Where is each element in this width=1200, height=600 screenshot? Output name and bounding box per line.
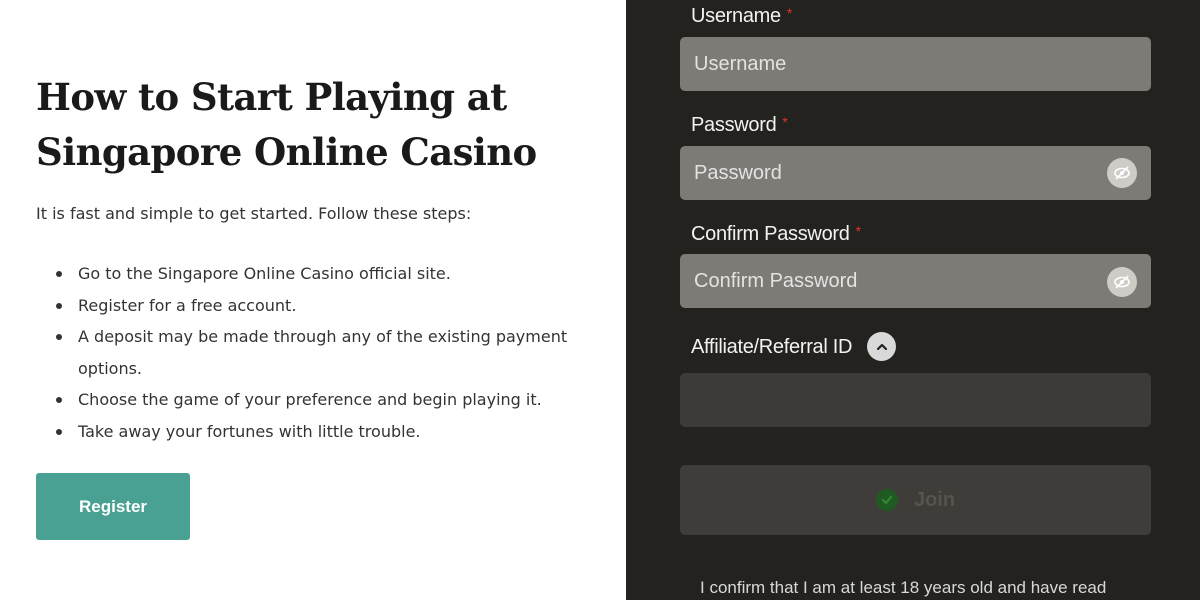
password-input[interactable] [680,146,1151,200]
page-title-line-2: Singapore Online Casino [36,130,537,174]
confirm-password-label-text: Confirm Password [691,223,850,245]
required-mark: * [855,223,861,239]
affiliate-input[interactable] [680,373,1151,427]
steps-list: Go to the Singapore Online Casino offici… [36,258,596,447]
join-label: Join [913,488,956,511]
username-label: Username * [691,5,792,28]
chevron-up-icon[interactable] [867,332,896,361]
username-input[interactable] [680,37,1151,91]
check-circle-icon [875,489,898,511]
article-section: How to Start Playing at Singapore Online… [0,0,626,600]
password-label-text: Password [691,114,777,136]
required-mark: * [782,114,788,130]
registration-form: Username * Password * Confirm Password * Af… [626,0,1200,600]
eye-slash-icon[interactable] [1107,158,1137,188]
age-confirmation-text: I confirm that I am at least 18 years ol… [700,578,1107,597]
list-item: Register for a free account. [36,290,596,322]
username-label-text: Username [691,5,781,27]
join-button[interactable]: Join [680,465,1151,535]
required-mark: * [786,5,793,21]
eye-slash-icon[interactable] [1107,267,1137,297]
page-title-line-1: How to Start Playing at [36,75,507,119]
list-item: Choose the game of your preference and b… [36,384,596,416]
confirm-password-input[interactable] [680,254,1151,308]
list-item: Take away your fortunes with little trou… [36,416,596,448]
page-title: How to Start Playing at Singapore Online… [36,70,616,180]
register-button[interactable]: Register [36,473,190,540]
list-item: Go to the Singapore Online Casino offici… [36,258,596,290]
list-item: A deposit may be made through any of the… [36,321,596,384]
intro-text: It is fast and simple to get started. Fo… [36,204,472,223]
affiliate-label: Affiliate/Referral ID [691,336,853,358]
confirm-password-label: Confirm Password * [691,223,861,246]
password-label: Password * [691,114,788,137]
